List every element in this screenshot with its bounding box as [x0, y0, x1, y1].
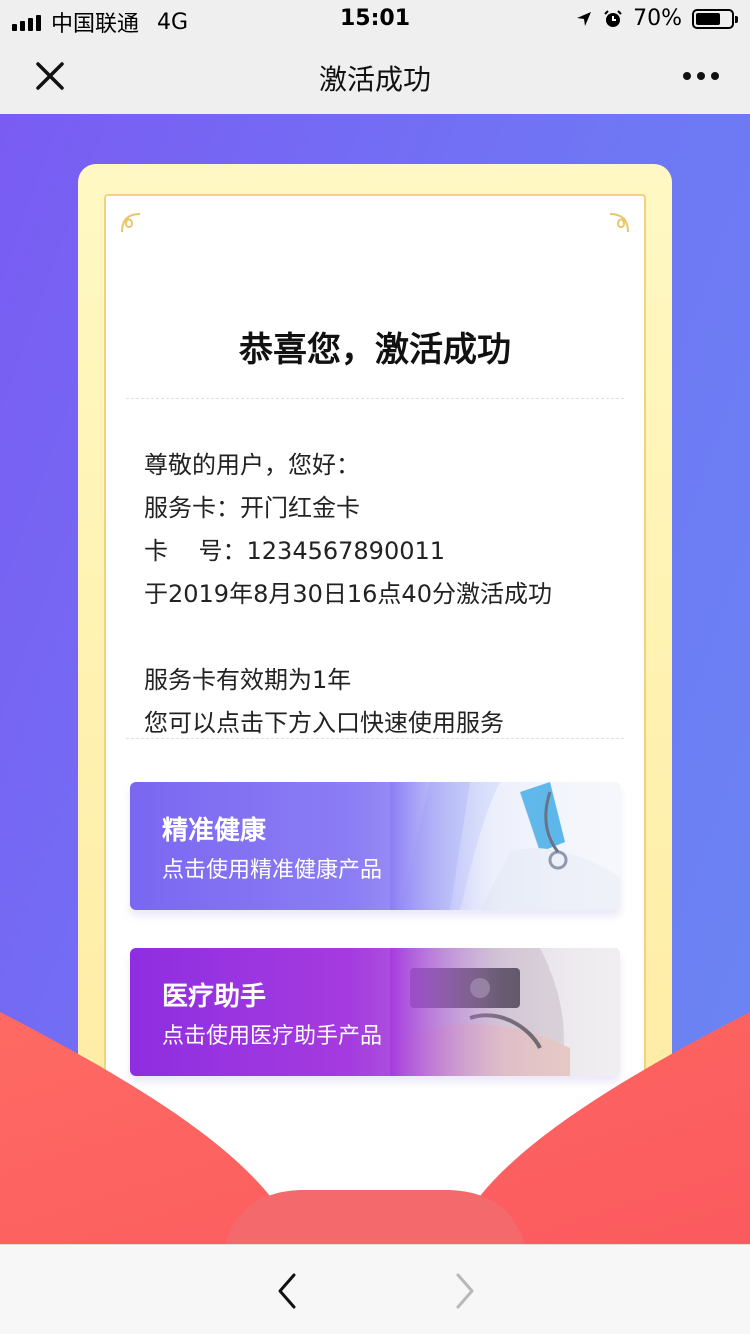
- banner-title: 精准健康: [162, 816, 267, 846]
- main-area: 恭喜您，激活成功 尊敬的用户，您好： 服务卡：开门红金卡 卡 号：1234567…: [0, 114, 750, 1244]
- chevron-right-icon: [456, 1273, 474, 1309]
- status-bar: 中国联通 4G 15:01 70%: [0, 0, 750, 40]
- chevron-left-icon: [278, 1273, 296, 1309]
- validity-text: 服务卡有效期为1年: [144, 666, 352, 694]
- medical-assistant-banner[interactable]: 医疗助手 点击使用医疗助手产品: [130, 948, 620, 1076]
- activation-card: 恭喜您，激活成功 尊敬的用户，您好： 服务卡：开门红金卡 卡 号：1234567…: [78, 164, 672, 1244]
- page-title: 激活成功: [318, 63, 431, 96]
- status-right: 70%: [575, 6, 738, 31]
- bottom-navigation: [0, 1244, 750, 1334]
- blood-pressure-image: [390, 948, 620, 1076]
- doctor-image: [390, 782, 620, 910]
- back-button[interactable]: [268, 1269, 308, 1313]
- corner-ornament-icon: [121, 213, 141, 233]
- service-card-text: 服务卡：开门红金卡: [144, 494, 360, 522]
- card-inner: 恭喜您，激活成功 尊敬的用户，您好： 服务卡：开门红金卡 卡 号：1234567…: [104, 194, 646, 1244]
- corner-ornament-icon: [609, 213, 629, 233]
- alarm-icon: [604, 9, 622, 27]
- banner-title: 医疗助手: [162, 982, 267, 1012]
- banner-subtitle: 点击使用精准健康产品: [162, 858, 383, 883]
- more-icon: [683, 72, 691, 80]
- divider: [126, 398, 624, 399]
- banner-subtitle: 点击使用医疗助手产品: [162, 1024, 383, 1049]
- card-number-text: 卡 号：1234567890011: [144, 537, 446, 565]
- precision-health-banner[interactable]: 精准健康 点击使用精准健康产品: [130, 782, 620, 910]
- activation-info: 尊敬的用户，您好： 服务卡：开门红金卡 卡 号：1234567890011 于2…: [144, 444, 552, 745]
- location-icon: [577, 11, 592, 26]
- battery-percent: 70%: [633, 6, 682, 31]
- forward-button[interactable]: [444, 1269, 484, 1313]
- divider: [126, 738, 624, 739]
- activation-time-text: 于2019年8月30日16点40分激活成功: [144, 580, 552, 608]
- title-bar: 激活成功: [0, 40, 750, 114]
- battery-icon: [692, 8, 738, 29]
- greeting-text: 尊敬的用户，您好：: [144, 451, 360, 479]
- congrats-title: 恭喜您，激活成功: [239, 330, 511, 370]
- more-button[interactable]: [676, 54, 726, 98]
